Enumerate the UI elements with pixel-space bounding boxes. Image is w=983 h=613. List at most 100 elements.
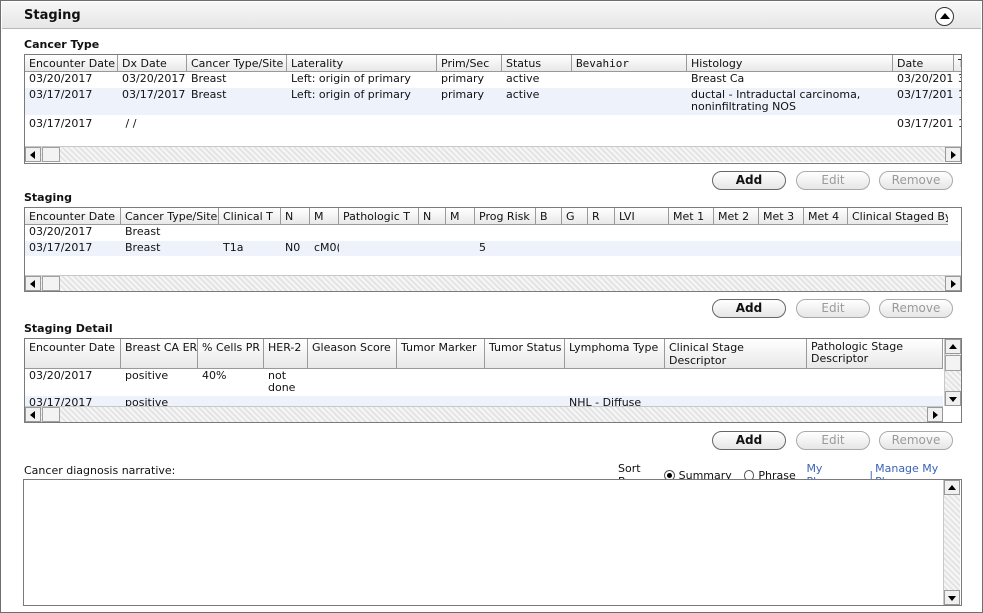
col-prim-sec[interactable]: Prim/Sec	[437, 55, 502, 71]
cell: 03/20/2017	[29, 369, 93, 382]
cell	[572, 117, 687, 131]
cell: Breast Ca	[691, 72, 745, 85]
scroll-thumb[interactable]	[945, 355, 961, 371]
col-date[interactable]: Date	[893, 55, 954, 71]
col-met-3[interactable]: Met 3	[759, 208, 804, 224]
col-met-4[interactable]: Met 4	[804, 208, 848, 224]
scroll-up-icon[interactable]	[945, 339, 961, 354]
scroll-thumb[interactable]	[42, 147, 60, 162]
cancer-type-edit-button[interactable]: Edit	[796, 171, 870, 190]
col-cancer-type-site[interactable]: Cancer Type/Site	[121, 208, 219, 224]
cancer-type-grid: Encounter Date Dx Date Cancer Type/Site …	[24, 54, 962, 164]
col-n[interactable]: N	[281, 208, 310, 224]
col-laterality[interactable]: Laterality	[287, 55, 437, 71]
cell: 40%	[202, 369, 227, 382]
col-histology[interactable]: Histology	[687, 55, 893, 71]
col-met-1[interactable]: Met 1	[669, 208, 714, 224]
table-row[interactable]: 03/20/2017 03/20/2017 Breast Left: origi…	[25, 72, 961, 86]
cell: 03/17/2017	[29, 88, 93, 101]
col-breast-ca-er[interactable]: Breast CA ER	[121, 339, 198, 368]
vertical-scrollbar[interactable]	[943, 480, 960, 605]
cancer-type-label: Cancer Type	[24, 38, 100, 51]
col-lvi[interactable]: LVI	[615, 208, 669, 224]
scroll-thumb[interactable]	[42, 407, 60, 422]
staging-edit-button[interactable]: Edit	[796, 299, 870, 318]
table-row[interactable]: 03/20/2017 positive 40% not done	[25, 369, 308, 396]
col-lymphoma-type[interactable]: Lymphoma Type	[565, 339, 665, 368]
horizontal-scrollbar[interactable]	[25, 275, 961, 291]
cell	[572, 72, 687, 86]
col-clinical-stage-descriptor[interactable]: Clinical Stage Descriptor	[665, 339, 807, 368]
table-row[interactable]: 03/17/2017 03/17/2017 Breast Left: origi…	[25, 88, 961, 115]
col-r[interactable]: R	[588, 208, 615, 224]
col-b[interactable]: B	[536, 208, 562, 224]
staging-detail-edit-button[interactable]: Edit	[796, 431, 870, 450]
col-behavior[interactable]: Bevahior	[572, 55, 687, 71]
cell: 03/20/2017	[897, 72, 954, 85]
col-clinical-t[interactable]: Clinical T	[219, 208, 281, 224]
cancer-type-add-button[interactable]: Add	[712, 171, 786, 190]
scroll-left-icon[interactable]	[25, 276, 41, 291]
cell	[502, 117, 572, 131]
cell: 5	[479, 241, 486, 254]
table-row[interactable]: 03/20/2017 Breast	[25, 225, 219, 239]
cell: 03/17/2017	[897, 117, 954, 130]
staging-detail-label: Staging Detail	[24, 322, 113, 335]
scroll-right-icon[interactable]	[927, 407, 943, 422]
cancer-type-remove-button[interactable]: Remove	[879, 171, 953, 190]
col-status[interactable]: Status	[502, 55, 572, 71]
col-clinical-staged-by[interactable]: Clinical Staged By	[848, 208, 948, 224]
col-path-m[interactable]: M	[446, 208, 475, 224]
staging-add-button[interactable]: Add	[712, 299, 786, 318]
col-tumor-marker[interactable]: Tumor Marker	[397, 339, 485, 368]
horizontal-scrollbar[interactable]	[25, 146, 961, 162]
cell: primary	[441, 88, 485, 101]
col-t[interactable]: T	[954, 55, 961, 71]
col-path-n[interactable]: N	[419, 208, 446, 224]
staging-detail-remove-button[interactable]: Remove	[879, 431, 953, 450]
col-cells-pr[interactable]: % Cells PR	[198, 339, 264, 368]
cell	[572, 88, 687, 115]
cell: positive	[125, 369, 169, 382]
col-encounter-date[interactable]: Encounter Date	[25, 339, 121, 368]
staging-panel: Staging Cancer Type Encounter Date Dx Da…	[0, 0, 983, 613]
staging-remove-button[interactable]: Remove	[879, 299, 953, 318]
col-her-2[interactable]: HER-2	[264, 339, 308, 368]
table-row[interactable]: 03/17/2017 Breast T1a N0 cM0( 5	[25, 241, 961, 256]
narrative-textarea[interactable]	[23, 479, 962, 606]
scroll-up-icon[interactable]	[944, 480, 960, 495]
scroll-left-icon[interactable]	[25, 407, 41, 422]
col-dx-date[interactable]: Dx Date	[118, 55, 187, 71]
col-gleason-score[interactable]: Gleason Score	[308, 339, 397, 368]
col-pathologic-stage-descriptor[interactable]: Pathologic Stage Descriptor	[807, 339, 943, 368]
col-met-2[interactable]: Met 2	[714, 208, 759, 224]
col-m[interactable]: M	[310, 208, 339, 224]
col-pathologic-t[interactable]: Pathologic T	[339, 208, 419, 224]
scroll-down-icon[interactable]	[945, 391, 961, 406]
staging-detail-add-button[interactable]: Add	[712, 431, 786, 450]
collapse-icon[interactable]	[935, 7, 954, 26]
col-cancer-type-site[interactable]: Cancer Type/Site	[187, 55, 287, 71]
scroll-down-icon[interactable]	[944, 590, 960, 605]
cell: primary	[441, 72, 485, 85]
col-encounter-date[interactable]: Encounter Date	[25, 55, 118, 71]
col-prog-risk[interactable]: Prog Risk	[475, 208, 536, 224]
cell	[187, 117, 287, 131]
col-g[interactable]: G	[562, 208, 588, 224]
cell: T1a	[223, 241, 244, 254]
staging-header: Encounter Date Cancer Type/Site Clinical…	[25, 208, 948, 225]
narrative-text	[24, 480, 961, 486]
staging-detail-header: Encounter Date Breast CA ER % Cells PR H…	[25, 339, 943, 369]
col-encounter-date[interactable]: Encounter Date	[25, 208, 121, 224]
cell: Breast	[191, 72, 227, 85]
cell: active	[506, 88, 540, 101]
staging-grid: Encounter Date Cancer Type/Site Clinical…	[24, 207, 962, 292]
scroll-right-icon[interactable]	[945, 147, 961, 162]
scroll-left-icon[interactable]	[25, 147, 41, 162]
col-tumor-status[interactable]: Tumor Status	[485, 339, 565, 368]
vertical-scrollbar[interactable]	[944, 339, 961, 406]
horizontal-scrollbar[interactable]	[25, 406, 943, 422]
scroll-thumb[interactable]	[42, 276, 60, 291]
table-row[interactable]: 03/17/2017 / / 03/17/2017 1	[25, 117, 961, 131]
scroll-right-icon[interactable]	[945, 276, 961, 291]
